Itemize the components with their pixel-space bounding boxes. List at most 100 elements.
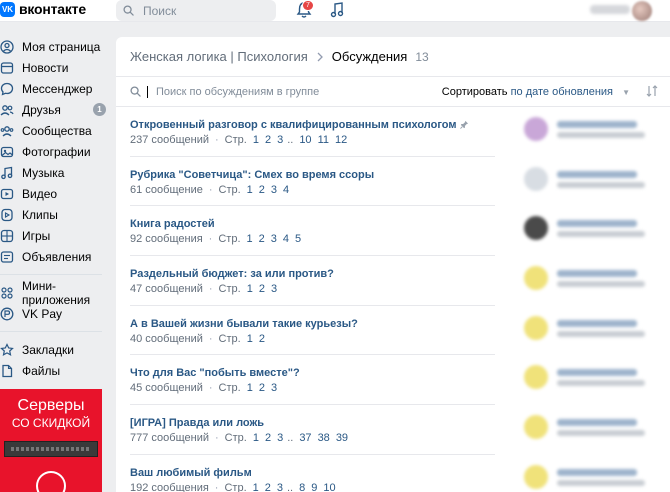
topic-title-link[interactable]: Рубрика "Советчица": Смех во время ссоры xyxy=(130,169,374,181)
sidebar-item-vkpay[interactable]: VK Pay xyxy=(0,303,112,324)
page-link[interactable]: 8 xyxy=(299,482,305,492)
discussions-count: 13 xyxy=(415,49,429,64)
page-link[interactable]: 3 xyxy=(277,482,283,492)
page-link[interactable]: 3 xyxy=(271,283,277,295)
sidebar-item-clips[interactable]: Клипы xyxy=(0,204,112,225)
topic-title-link[interactable]: А в Вашей жизни бывали такие курьезы? xyxy=(130,318,358,330)
sidebar-item-messenger[interactable]: Мессенджер xyxy=(0,78,112,99)
page-link[interactable]: 1 xyxy=(253,432,259,444)
page-link[interactable]: 10 xyxy=(299,134,311,146)
page-link[interactable]: 1 xyxy=(247,333,253,345)
page-link[interactable]: 2 xyxy=(259,233,265,245)
page-link[interactable]: 3 xyxy=(271,184,277,196)
topic-row: [ИГРА] Правда или ложь 777 сообщений · Стр.… xyxy=(130,405,645,455)
page-link[interactable]: 3 xyxy=(277,134,283,146)
page-link[interactable]: 2 xyxy=(259,333,265,345)
page-link[interactable]: 4 xyxy=(283,184,289,196)
breadcrumb-group-link[interactable]: Женская логика | Психология xyxy=(130,49,308,64)
page-link[interactable]: 9 xyxy=(311,482,317,492)
page-link[interactable]: 12 xyxy=(335,134,347,146)
topic-title-link[interactable]: [ИГРА] Правда или ложь xyxy=(130,417,264,429)
sidebar-item-apps[interactable]: Мини-приложения xyxy=(0,279,112,307)
topic-title-link[interactable]: Что для Вас "побыть вместе"? xyxy=(130,367,300,379)
last-post-preview[interactable] xyxy=(522,212,670,250)
music-icon[interactable] xyxy=(330,2,344,18)
last-post-preview[interactable] xyxy=(522,361,670,399)
last-post-preview[interactable] xyxy=(522,411,670,449)
topic-meta: 45 сообщений · Стр. 1 2 3 xyxy=(130,382,277,394)
sidebar-item-friends[interactable]: Друзья 1 xyxy=(0,99,112,120)
page-link[interactable]: 1 xyxy=(247,184,253,196)
sort-dropdown[interactable]: Сортировать по дате обновления ▼ xyxy=(442,86,630,98)
profile-username[interactable] xyxy=(590,5,630,14)
page-link[interactable]: 1 xyxy=(247,233,253,245)
page-link[interactable]: 5 xyxy=(295,233,301,245)
pages-ellipsis: .. xyxy=(287,481,294,492)
global-search-input[interactable]: Поиск xyxy=(116,0,276,21)
topic-title-link[interactable]: Книга радостей xyxy=(130,218,215,230)
page-link[interactable]: 10 xyxy=(323,482,335,492)
page-link[interactable]: 4 xyxy=(283,233,289,245)
page-link[interactable]: 2 xyxy=(265,134,271,146)
notifications-badge: 7 xyxy=(302,0,314,11)
separator-dot: · xyxy=(214,134,219,146)
sidebar-item-bookmark[interactable]: Закладки xyxy=(0,339,112,360)
avatar xyxy=(524,117,548,141)
sidebar-item-music[interactable]: Музыка xyxy=(0,162,112,183)
ad-title: Серверы xyxy=(17,397,85,414)
vk-logo[interactable]: VK вконтакте xyxy=(0,1,86,17)
separator-dot: · xyxy=(208,183,213,196)
last-post-preview[interactable] xyxy=(522,312,670,350)
page-link[interactable]: 2 xyxy=(265,432,271,444)
page-link[interactable]: 3 xyxy=(271,233,277,245)
sort-order-icon[interactable] xyxy=(646,85,658,97)
page-link[interactable]: 2 xyxy=(259,283,265,295)
separator-dot: · xyxy=(214,432,219,445)
page-link[interactable]: 39 xyxy=(336,432,348,444)
avatar xyxy=(524,415,548,440)
last-post-preview[interactable] xyxy=(522,262,670,300)
avatar xyxy=(524,464,548,489)
sidebar-item-photos[interactable]: Фотографии xyxy=(0,141,112,162)
page-link[interactable]: 1 xyxy=(253,134,259,146)
pages-label: Стр. xyxy=(224,432,247,445)
friends-count-badge: 1 xyxy=(93,103,106,116)
page-link[interactable]: 1 xyxy=(247,283,253,295)
sidebar-item-news[interactable]: Новости xyxy=(0,57,112,78)
search-icon xyxy=(123,5,134,16)
sidebar-item-video[interactable]: Видео xyxy=(0,183,112,204)
page-link[interactable]: 2 xyxy=(265,482,271,492)
sidebar-item-label: Музыка xyxy=(22,165,65,180)
last-post-author xyxy=(557,468,637,476)
topic-title-link[interactable]: Ваш любимый фильм xyxy=(130,467,252,479)
sidebar-item-games[interactable]: Игры xyxy=(0,225,112,246)
discussions-search-input[interactable]: Поиск по обсуждениям в группе xyxy=(156,86,319,98)
last-post-preview[interactable] xyxy=(522,113,670,151)
profile-avatar[interactable] xyxy=(632,1,652,21)
page-link[interactable]: 3 xyxy=(277,432,283,444)
topic-meta: 92 сообщения · Стр. 1 2 3 4 5 xyxy=(130,233,301,245)
separator-dot: · xyxy=(208,332,213,345)
page-link[interactable]: 1 xyxy=(253,482,259,492)
last-post-date xyxy=(557,231,645,238)
last-post-preview[interactable] xyxy=(522,461,670,492)
page-link[interactable]: 2 xyxy=(259,382,265,394)
page-link[interactable]: 11 xyxy=(318,134,329,146)
topic-title-link[interactable]: Раздельный бюджет: за или против? xyxy=(130,268,334,280)
page-link[interactable]: 37 xyxy=(299,432,311,444)
page-link[interactable]: 38 xyxy=(318,432,330,444)
ad-banner[interactable]: Серверы СО СКИДКОЙ xyxy=(0,389,102,492)
page-link[interactable]: 3 xyxy=(271,382,277,394)
sidebar-item-profile[interactable]: Моя страница xyxy=(0,36,112,57)
topic-title: Рубрика "Советчица": Смех во время ссоры xyxy=(130,168,375,181)
sidebar-item-files[interactable]: Файлы xyxy=(0,360,112,381)
sidebar-item-communities[interactable]: Сообщества xyxy=(0,120,112,141)
topic-title: Откровенный разговор с квалифицированным… xyxy=(130,119,457,131)
last-post-preview[interactable] xyxy=(522,163,670,201)
topic-meta: 192 сообщения · Стр. 1 2 3.. 8 9 10 xyxy=(130,482,336,492)
avatar xyxy=(524,166,548,191)
page-link[interactable]: 1 xyxy=(247,382,253,394)
topic-title-link[interactable]: Откровенный разговор с квалифицированным… xyxy=(130,119,469,131)
page-link[interactable]: 2 xyxy=(259,184,265,196)
sidebar-item-ads[interactable]: Объявления xyxy=(0,246,112,267)
